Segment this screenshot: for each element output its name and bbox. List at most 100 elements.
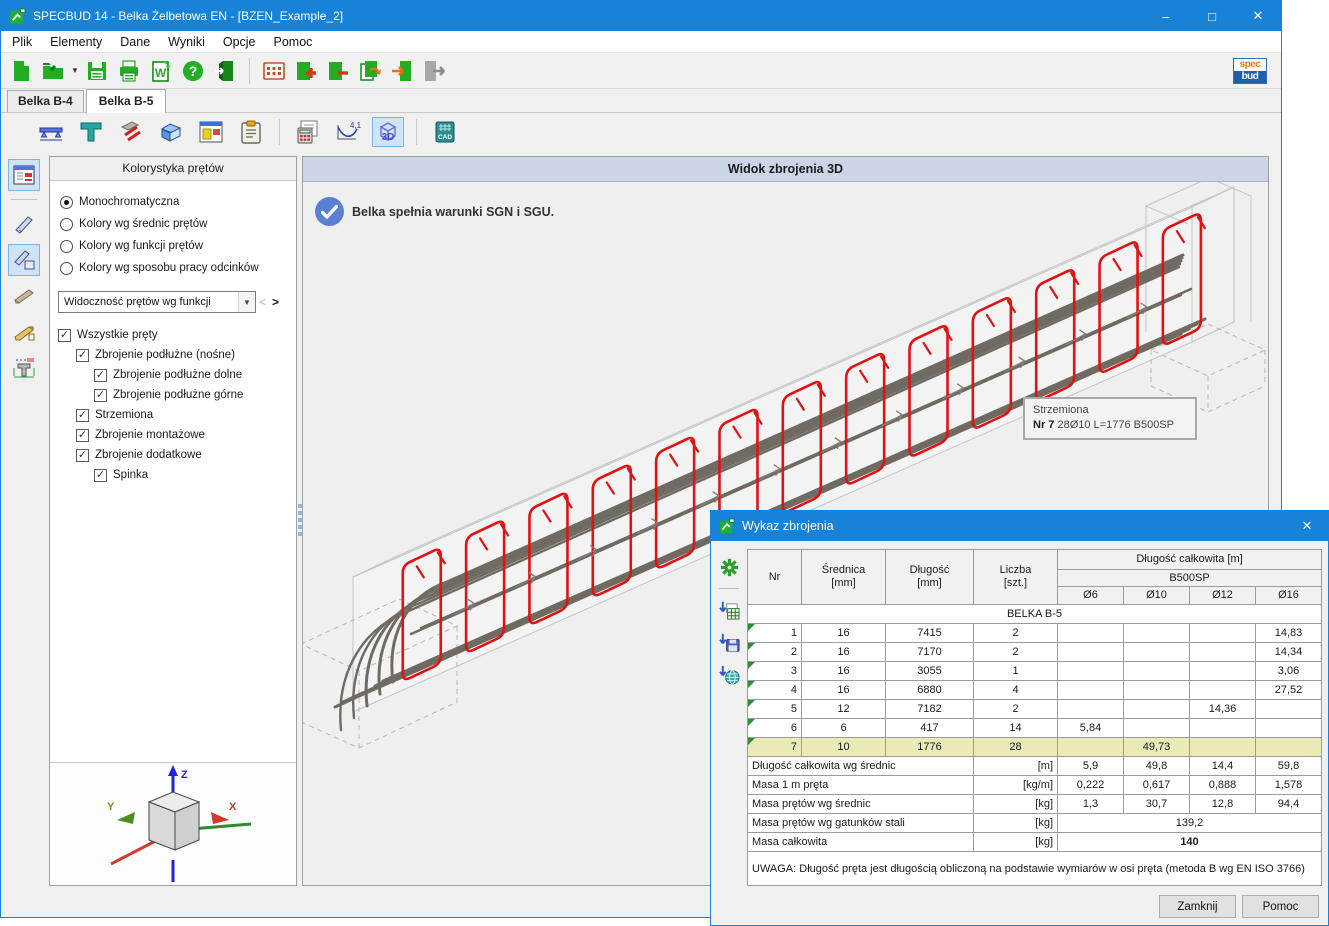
summary-row-0: Długość całkowita wg średnic[m]5,949,814… xyxy=(748,757,1322,776)
app-icon xyxy=(9,8,26,25)
dialog-export-excel-button[interactable] xyxy=(716,597,742,623)
tree-item-7[interactable]: ✓Spinka xyxy=(58,465,292,485)
sidebar-section-dimensions-button[interactable] xyxy=(8,352,40,384)
rebar-row-4[interactable]: 4166880427,52 xyxy=(748,681,1322,700)
menu-elementy[interactable]: Elementy xyxy=(41,32,111,52)
open-more-button[interactable]: ▼ xyxy=(69,56,81,86)
cell-total xyxy=(1058,662,1124,681)
sidebar-edit-bar-button[interactable] xyxy=(8,208,40,240)
elements-manager-button[interactable] xyxy=(259,56,289,86)
sidebar-edit-bar-box-button[interactable] xyxy=(8,244,40,276)
logo-bottom-text: bud xyxy=(1234,71,1266,83)
results-window-button[interactable] xyxy=(195,117,227,147)
print-button[interactable] xyxy=(114,56,144,86)
calculations-button[interactable] xyxy=(292,117,324,147)
rebar-row-7[interactable]: 71017762849,73 xyxy=(748,738,1322,757)
summary-span-value: 140 xyxy=(1058,833,1322,852)
rebar-row-2[interactable]: 2167170214,34 xyxy=(748,643,1322,662)
cell-total xyxy=(1124,719,1190,738)
dialog-export-save-button[interactable] xyxy=(716,629,742,655)
export-cad-button[interactable]: CAD xyxy=(429,117,461,147)
envelope-diagram-button[interactable]: 4,1 xyxy=(332,117,364,147)
svg-text:W: W xyxy=(155,66,167,80)
menu-wyniki[interactable]: Wyniki xyxy=(159,32,214,52)
summary-value: 12,8 xyxy=(1190,795,1256,814)
tree-item-6[interactable]: ✓Zbrojenie dodatkowe xyxy=(58,445,292,465)
cell-count: 2 xyxy=(974,643,1058,662)
toolbar-separator xyxy=(249,58,250,84)
tab-belka-b-4[interactable]: Belka B-4 xyxy=(7,90,84,112)
exit-app-button[interactable] xyxy=(210,56,240,86)
cell-len: 7182 xyxy=(886,700,974,719)
help-button[interactable]: ? xyxy=(178,56,208,86)
tree-item-4[interactable]: ✓Strzemiona xyxy=(58,405,292,425)
export-word-button[interactable]: W xyxy=(146,56,176,86)
sidebar-bar-plain-button[interactable] xyxy=(8,316,40,348)
report-button[interactable] xyxy=(235,117,267,147)
view-3d-button[interactable]: 3D xyxy=(372,117,404,147)
close-button[interactable]: ✕ xyxy=(1235,1,1281,31)
tree-item-3[interactable]: ✓Zbrojenie podłużne górne xyxy=(58,385,292,405)
dialog-export-html-button[interactable] xyxy=(716,661,742,687)
menu-pomoc[interactable]: Pomoc xyxy=(265,32,322,52)
cell-len: 6880 xyxy=(886,681,974,700)
sidebar-data-form-button[interactable] xyxy=(8,159,40,191)
new-document-button[interactable] xyxy=(6,56,36,86)
rebar-row-3[interactable]: 316305513,06 xyxy=(748,662,1322,681)
summary-label: Masa całkowita xyxy=(748,833,974,852)
tab-belka-b-5[interactable]: Belka B-5 xyxy=(86,89,167,113)
tree-item-5[interactable]: ✓Zbrojenie montażowe xyxy=(58,425,292,445)
dialog-close-button[interactable]: ✕ xyxy=(1286,511,1328,541)
tree-item-0[interactable]: ✓Wszystkie pręty xyxy=(58,325,292,345)
summary-label: Masa prętów wg gatunków stali xyxy=(748,814,974,833)
summary-span-value: 139,2 xyxy=(1058,814,1322,833)
sidebar-bar-solid-button[interactable] xyxy=(8,280,40,312)
cell-dia: 6 xyxy=(802,719,886,738)
summary-value: 1,578 xyxy=(1256,776,1322,795)
dialog-settings-button[interactable] xyxy=(716,554,742,580)
delete-element-button[interactable] xyxy=(323,56,353,86)
menu-opcje[interactable]: Opcje xyxy=(214,32,265,52)
prev-filter-arrow[interactable]: < xyxy=(256,295,269,309)
cell-total xyxy=(1124,681,1190,700)
radio-color-mode-2[interactable]: Kolory wg funkcji prętów xyxy=(60,235,288,257)
view-title: Widok zbrojenia 3D xyxy=(303,157,1268,182)
cell-len: 417 xyxy=(886,719,974,738)
radio-color-mode-3[interactable]: Kolory wg sposobu pracy odcinków xyxy=(60,257,288,279)
toolbar-separator xyxy=(279,119,280,145)
status-text: Belka spełnia warunki SGN i SGU. xyxy=(352,205,554,219)
svg-text:4,1: 4,1 xyxy=(350,121,361,130)
save-file-button[interactable] xyxy=(82,56,112,86)
radio-color-mode-0[interactable]: Monochromatyczna xyxy=(60,191,288,213)
menu-plik[interactable]: Plik xyxy=(3,32,41,52)
zamknij-button[interactable]: Zamknij xyxy=(1159,895,1236,918)
cross-section-button[interactable] xyxy=(75,117,107,147)
tree-item-2[interactable]: ✓Zbrojenie podłużne dolne xyxy=(58,365,292,385)
rebar-row-5[interactable]: 5127182214,36 xyxy=(748,700,1322,719)
previous-element-button[interactable] xyxy=(387,56,417,86)
minimize-button[interactable]: – xyxy=(1143,1,1189,31)
rebar-row-1[interactable]: 1167415214,83 xyxy=(748,624,1322,643)
radio-icon xyxy=(60,218,73,231)
beam-scheme-button[interactable] xyxy=(35,117,67,147)
copy-element-button[interactable] xyxy=(355,56,385,86)
color-mode-radios: MonochromatycznaKolory wg średnic prętów… xyxy=(50,181,296,285)
col-header-3: Liczba[szt.] xyxy=(974,550,1058,605)
rebar-row-6[interactable]: 66417145,84 xyxy=(748,719,1322,738)
tree-item-1[interactable]: ✓Zbrojenie podłużne (nośne) xyxy=(58,345,292,365)
radio-color-mode-1[interactable]: Kolory wg średnic prętów xyxy=(60,213,288,235)
next-filter-arrow[interactable]: > xyxy=(269,295,282,309)
open-file-button[interactable] xyxy=(38,56,68,86)
pomoc-button[interactable]: Pomoc xyxy=(1242,895,1319,918)
chevron-down-icon[interactable]: ▼ xyxy=(238,292,255,312)
menu-dane[interactable]: Dane xyxy=(111,32,159,52)
section-3d-button[interactable] xyxy=(155,117,187,147)
reinforcement-edit-button[interactable] xyxy=(115,117,147,147)
next-element-button[interactable] xyxy=(419,56,449,86)
cell-nr: 3 xyxy=(748,662,802,681)
cell-len: 3055 xyxy=(886,662,974,681)
cell-total xyxy=(1124,624,1190,643)
maximize-button[interactable]: □ xyxy=(1189,1,1235,31)
visibility-dropdown[interactable]: Widoczność prętów wg funkcji ▼ xyxy=(58,291,256,313)
add-element-button[interactable] xyxy=(291,56,321,86)
